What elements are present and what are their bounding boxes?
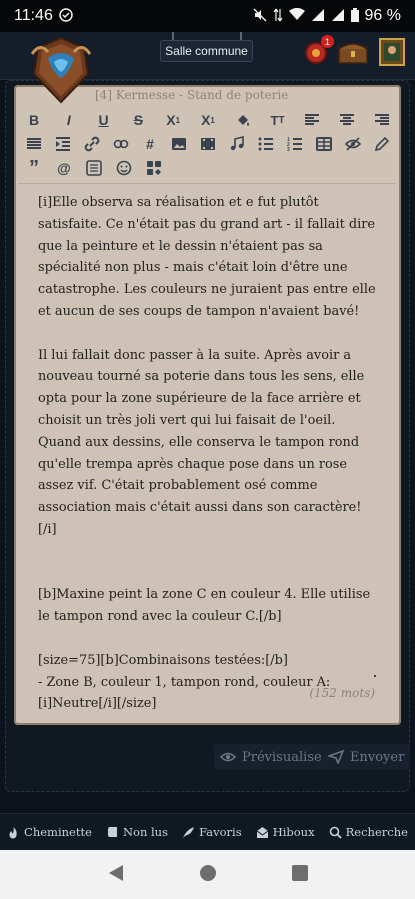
editor-actions: Prévisualiser Envoyer: [0, 744, 415, 772]
paragraph-4: [size=75][b]Combinaisons testées:[/b]: [38, 652, 288, 668]
sync-icon: [59, 7, 73, 25]
chest-icon: [338, 43, 368, 64]
scroll-icon: [107, 826, 117, 837]
nav-hiboux[interactable]: Hiboux: [256, 825, 315, 839]
search-icon: [329, 826, 342, 839]
align-left-icon[interactable]: [300, 108, 324, 132]
back-icon[interactable]: [107, 864, 125, 886]
send-icon: [328, 750, 344, 764]
text-size-icon[interactable]: TT: [266, 108, 290, 132]
bold-button[interactable]: B: [22, 108, 46, 132]
data-arrows-icon: [273, 8, 283, 25]
battery-icon: [350, 7, 359, 25]
portrait-icon: [379, 38, 405, 66]
system-navigation: [0, 850, 415, 899]
home-icon[interactable]: [199, 864, 217, 886]
nav-recherche[interactable]: Recherche: [329, 825, 408, 839]
image-icon[interactable]: [167, 132, 191, 156]
house-crest-logo[interactable]: [26, 34, 96, 106]
formatting-toolbar: B I U S X1 X1 TT # 1 2 3 ” @: [22, 108, 394, 180]
nav-non-lus[interactable]: Non lus: [106, 825, 168, 839]
underline-button[interactable]: U: [92, 108, 116, 132]
mute-icon: [253, 8, 267, 25]
recents-icon[interactable]: [291, 864, 308, 885]
paragraph-2: Il lui fallait donc passer à la suite. A…: [38, 347, 365, 537]
wifi-icon: [288, 7, 305, 24]
nav-cheminette[interactable]: Cheminette: [7, 825, 92, 839]
status-bar: 11:46 96 %: [0, 0, 415, 32]
signal-icon: [311, 8, 325, 25]
signal-2-icon: [331, 8, 345, 25]
paragraph-1: [i]Elle observa sa réalisation et e fut …: [38, 195, 376, 319]
mention-icon[interactable]: @: [52, 156, 76, 180]
subject-line: [4] Kermesse - Stand de poterie: [95, 88, 289, 102]
notification-badge: 1: [321, 35, 334, 48]
profile-portrait-button[interactable]: [378, 38, 406, 66]
justify-icon[interactable]: [22, 132, 46, 156]
word-count: (152 mots): [309, 686, 375, 700]
superscript-button[interactable]: X1: [196, 108, 220, 132]
svg-text:3: 3: [287, 147, 290, 152]
italic-button[interactable]: I: [57, 108, 81, 132]
envelope-icon: [256, 826, 268, 838]
align-right-icon[interactable]: [370, 108, 394, 132]
spoiler-icon[interactable]: [109, 132, 133, 156]
link-icon[interactable]: [80, 132, 104, 156]
fill-color-icon[interactable]: [231, 108, 255, 132]
pencil-icon[interactable]: [370, 132, 394, 156]
numbered-list-icon[interactable]: 123: [283, 132, 307, 156]
nav-hiboux-label: Hiboux: [272, 825, 315, 839]
subscript-button[interactable]: X1: [161, 108, 185, 132]
quote-icon[interactable]: ”: [22, 156, 46, 180]
paragraph-3: [b]Maxine peint la zone C en couleur 4. …: [38, 587, 371, 625]
treasure-chest-button[interactable]: [337, 38, 369, 66]
preview-label: Prévisualiser: [242, 749, 328, 765]
align-center-icon[interactable]: [335, 108, 359, 132]
dice-icon[interactable]: [142, 156, 166, 180]
notifications-button[interactable]: 1: [302, 35, 334, 66]
indent-icon[interactable]: [51, 132, 75, 156]
send-button[interactable]: Envoyer: [322, 744, 411, 770]
bullet-list-icon[interactable]: [254, 132, 278, 156]
battery-level: 96 %: [364, 7, 401, 24]
code-block-icon[interactable]: [82, 156, 106, 180]
nav-non-lus-label: Non lus: [122, 825, 168, 839]
preview-button[interactable]: Prévisualiser: [214, 744, 334, 770]
nav-favoris-label: Favoris: [199, 825, 242, 839]
bottom-navigation: Cheminette Non lus Favoris Hiboux Recher…: [0, 813, 415, 850]
location-label[interactable]: Salle commune: [160, 40, 253, 62]
table-icon[interactable]: [312, 132, 336, 156]
music-icon[interactable]: [225, 132, 249, 156]
hide-icon[interactable]: [341, 132, 365, 156]
caret-mark: [374, 675, 376, 677]
nav-favoris[interactable]: Favoris: [182, 825, 242, 839]
video-icon[interactable]: [196, 132, 220, 156]
eye-icon: [220, 752, 236, 762]
clock: 11:46: [14, 7, 53, 24]
hashtag-icon[interactable]: #: [138, 132, 162, 156]
quill-icon: [183, 826, 195, 838]
send-label: Envoyer: [350, 749, 405, 765]
message-textarea[interactable]: [i]Elle observa sa réalisation et e fut …: [18, 183, 396, 720]
nav-recherche-label: Recherche: [345, 825, 408, 839]
emoji-icon[interactable]: [112, 156, 136, 180]
nav-cheminette-label: Cheminette: [24, 825, 92, 839]
strikethrough-button[interactable]: S: [126, 108, 150, 132]
flame-icon: [9, 826, 17, 838]
